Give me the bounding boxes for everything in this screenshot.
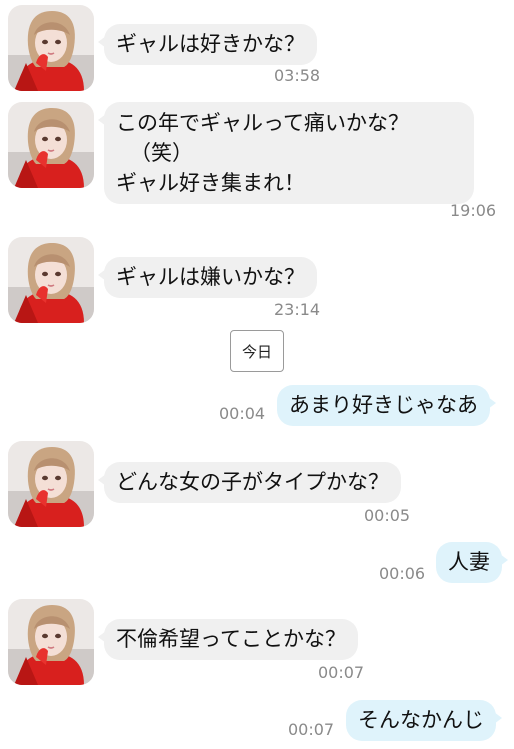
avatar[interactable] — [8, 599, 94, 685]
avatar[interactable] — [8, 237, 94, 323]
profile-photo-icon — [8, 102, 94, 188]
incoming-message-bubble[interactable]: ギャルは好きかな？ — [98, 24, 317, 65]
message-text-line: ギャル好き集まれ！ — [116, 171, 305, 195]
incoming-message-bubble[interactable]: 不倫希望ってことかな？ — [98, 619, 358, 660]
avatar[interactable] — [8, 441, 94, 527]
message-text: ギャルは嫌いかな？ — [116, 265, 305, 289]
avatar[interactable] — [8, 5, 94, 91]
message-timestamp: 19:06 — [450, 201, 497, 220]
message-timestamp: 23:14 — [274, 300, 321, 319]
message-text: あまり好きじゃなあ — [289, 393, 478, 417]
message-text: 人妻 — [448, 550, 490, 574]
message-text: ギャルは好きかな？ — [116, 32, 305, 56]
message-text-line: この年でギャルって痛いかな？ — [116, 111, 409, 135]
message-text-line: （笑） — [130, 141, 193, 165]
message-timestamp: 00:07 — [318, 663, 365, 682]
message-timestamp: 00:04 — [219, 404, 266, 423]
profile-photo-icon — [8, 441, 94, 527]
profile-photo-icon — [8, 599, 94, 685]
message-timestamp: 03:58 — [274, 66, 321, 85]
message-timestamp: 00:05 — [364, 506, 411, 525]
message-timestamp: 00:07 — [288, 720, 335, 739]
date-divider: 今日 — [230, 330, 284, 372]
incoming-message-bubble[interactable]: ギャルは嫌いかな？ — [98, 257, 317, 298]
message-text: そんなかんじ — [358, 708, 484, 732]
outgoing-message-bubble[interactable]: そんなかんじ — [346, 700, 502, 741]
avatar[interactable] — [8, 102, 94, 188]
message-text: どんな女の子がタイプかな？ — [116, 470, 389, 494]
incoming-message-bubble[interactable]: この年でギャルって痛いかな？ （笑） ギャル好き集まれ！ — [98, 102, 474, 204]
outgoing-message-bubble[interactable]: あまり好きじゃなあ — [277, 385, 496, 426]
message-timestamp: 00:06 — [379, 564, 426, 583]
outgoing-message-bubble[interactable]: 人妻 — [436, 542, 508, 583]
incoming-message-bubble[interactable]: どんな女の子がタイプかな？ — [98, 462, 401, 503]
profile-photo-icon — [8, 5, 94, 91]
profile-photo-icon — [8, 237, 94, 323]
message-text: 不倫希望ってことかな？ — [116, 627, 346, 651]
